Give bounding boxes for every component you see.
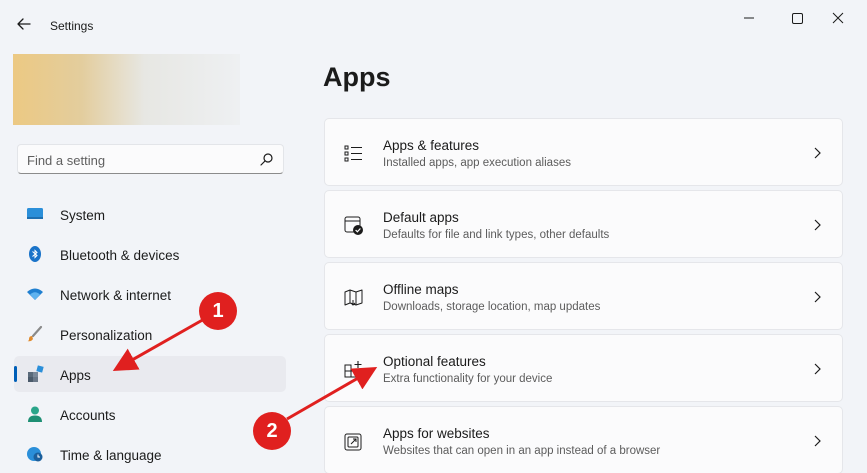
sidebar-item-network[interactable]: Network & internet: [14, 276, 286, 312]
chevron-right-icon: [814, 147, 821, 159]
card-offline-maps[interactable]: Offline maps Downloads, storage location…: [324, 262, 843, 330]
open-external-icon: [344, 433, 362, 451]
close-icon: [832, 12, 844, 24]
card-subtitle: Websites that can open in an app instead…: [383, 445, 661, 457]
minimize-button[interactable]: [726, 6, 772, 32]
sidebar-item-personalization[interactable]: Personalization: [14, 316, 286, 352]
chevron-right-icon: [814, 435, 821, 447]
search-input[interactable]: [27, 151, 247, 169]
sidebar-item-label: Network & internet: [60, 288, 172, 303]
bluetooth-icon: [29, 246, 41, 262]
card-subtitle: Defaults for file and link types, other …: [383, 229, 610, 241]
system-icon: [27, 208, 43, 219]
sidebar-item-accounts[interactable]: Accounts: [14, 396, 286, 432]
maximize-icon: [792, 13, 803, 24]
maximize-button[interactable]: [775, 6, 821, 32]
map-icon: [344, 289, 363, 306]
account-icon: [28, 406, 42, 422]
sidebar-item-label: System: [60, 208, 106, 223]
card-title: Apps for websites: [383, 426, 490, 441]
app-title: Settings: [50, 19, 94, 33]
card-optional-features[interactable]: Optional features Extra functionality fo…: [324, 334, 843, 402]
card-title: Offline maps: [383, 282, 459, 297]
minimize-icon: [744, 17, 754, 19]
sidebar-item-label: Accounts: [60, 408, 116, 423]
chevron-right-icon: [814, 219, 821, 231]
sidebar-nav: System Bluetooth & devices Network & int…: [14, 196, 286, 473]
sidebar-item-label: Bluetooth & devices: [60, 248, 180, 263]
card-apps-for-websites[interactable]: Apps for websites Websites that can open…: [324, 406, 843, 473]
sidebar-item-label: Time & language: [60, 448, 162, 463]
sidebar-item-time-language[interactable]: Time & language: [14, 436, 286, 472]
card-subtitle: Downloads, storage location, map updates: [383, 301, 601, 313]
active-indicator: [14, 366, 17, 382]
close-button[interactable]: [820, 6, 866, 32]
sidebar-item-apps[interactable]: Apps: [14, 356, 286, 392]
paintbrush-icon: [27, 325, 43, 342]
card-title: Optional features: [383, 354, 486, 369]
search-icon[interactable]: [259, 152, 274, 167]
wifi-icon: [27, 288, 43, 300]
card-apps-features[interactable]: Apps & features Installed apps, app exec…: [324, 118, 843, 186]
sidebar-item-bluetooth[interactable]: Bluetooth & devices: [14, 236, 286, 272]
card-default-apps[interactable]: Default apps Defaults for file and link …: [324, 190, 843, 258]
sidebar-item-label: Apps: [60, 368, 91, 383]
back-arrow-icon: [17, 18, 31, 30]
search-box[interactable]: [17, 144, 284, 174]
card-title: Default apps: [383, 210, 459, 225]
chevron-right-icon: [814, 363, 821, 375]
apps-icon: [28, 365, 44, 382]
default-apps-icon: [344, 216, 363, 235]
optional-features-icon: [344, 361, 362, 378]
card-subtitle: Extra functionality for your device: [383, 373, 553, 385]
card-title: Apps & features: [383, 138, 480, 153]
sidebar-item-system[interactable]: System: [14, 196, 286, 232]
sidebar-item-label: Personalization: [60, 328, 153, 343]
settings-card-list: Apps & features Installed apps, app exec…: [324, 118, 843, 473]
profile-banner: [13, 54, 240, 125]
globe-clock-icon: [27, 447, 43, 462]
list-icon: [344, 145, 362, 162]
title-bar: Settings: [0, 0, 867, 40]
page-title: Apps: [323, 62, 391, 92]
back-button[interactable]: [12, 12, 36, 36]
card-subtitle: Installed apps, app execution aliases: [383, 157, 571, 169]
chevron-right-icon: [814, 291, 821, 303]
